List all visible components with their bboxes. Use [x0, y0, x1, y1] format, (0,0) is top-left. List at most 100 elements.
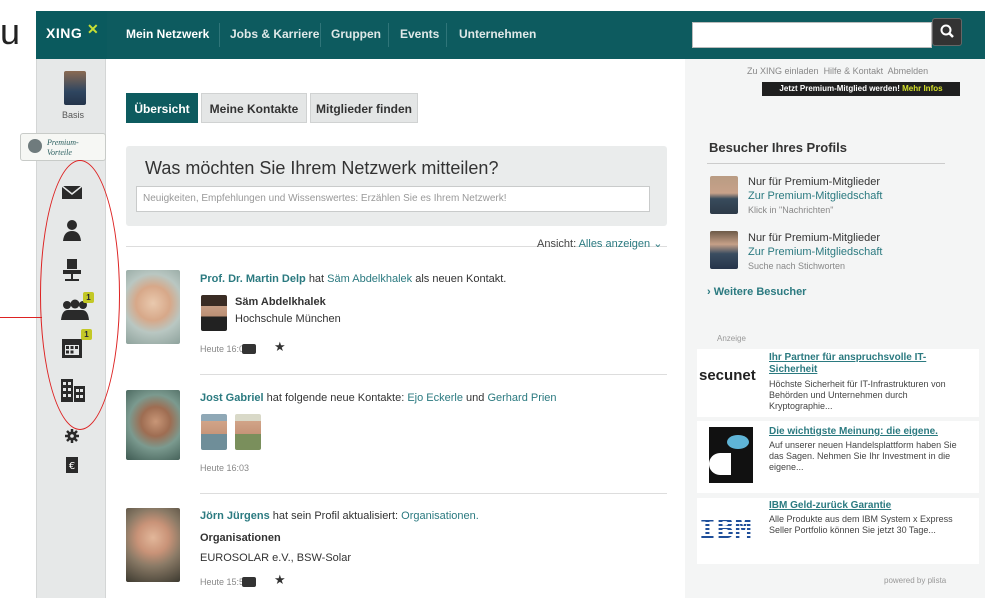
premium-link[interactable]: Zur Premium-Mitgliedschaft — [748, 245, 882, 259]
feed-item-3-headline: Jörn Jürgens hat sein Profil aktualisier… — [200, 510, 479, 522]
visitor-note: Nur für Premium-Mitglieder — [748, 232, 881, 244]
premium-label: Premium- Vorteile — [47, 138, 79, 158]
ad-text: Höchste Sicherheit für IT-Infrastrukture… — [769, 379, 946, 411]
ad-text: Auf unserer neuen Handelsplattform haben… — [769, 440, 957, 472]
divider — [200, 374, 667, 375]
search-input[interactable] — [692, 22, 932, 48]
feed-object-link[interactable]: Säm Abdelkhalek — [327, 273, 412, 285]
feed-tail: als neuen Kontakt. — [415, 273, 507, 285]
ad-title-link[interactable]: Die wichtigste Meinung: die eigene. — [769, 426, 969, 437]
ads-label: Anzeige — [717, 334, 746, 343]
visitor-1: Nur für Premium-Mitglieder Zur Premium-M… — [748, 175, 882, 217]
filter-label: Ansicht: — [537, 238, 577, 250]
billing-icon[interactable]: € — [60, 457, 84, 477]
tab-uebersicht[interactable]: Übersicht — [126, 93, 198, 123]
filter-value[interactable]: Alles anzeigen — [579, 238, 651, 250]
annotation-oval — [40, 160, 120, 430]
feed-actor-link[interactable]: Jörn Jürgens — [200, 510, 270, 522]
nav-gruppen[interactable]: Gruppen — [331, 27, 381, 41]
avatar[interactable] — [126, 390, 180, 460]
status-composer: Was möchten Sie Ihrem Netzwerk mitteilen… — [126, 146, 667, 226]
tab-mitglieder-finden[interactable]: Mitglieder finden — [310, 93, 418, 123]
premium-benefits-link[interactable]: Premium- Vorteile — [20, 133, 106, 161]
secunet-logo: secunet — [699, 367, 756, 384]
overlay-letter: u — [0, 11, 21, 52]
ad-secunet[interactable]: secunet Ihr Partner für anspruchsvolle I… — [697, 349, 979, 417]
premium-link[interactable]: Zur Premium-Mitgliedschaft — [748, 189, 882, 203]
logout-link[interactable]: Abmelden — [888, 66, 929, 76]
premium-cta-button[interactable]: Jetzt Premium-Mitglied werden! Mehr Info… — [762, 82, 960, 96]
avatar[interactable] — [126, 270, 180, 344]
ad-text: Alle Produkte aus dem IBM System x Expre… — [769, 514, 953, 535]
avatar[interactable] — [126, 508, 180, 582]
search-icon — [940, 24, 954, 38]
feed-object-link[interactable]: Gerhard Prien — [487, 392, 556, 404]
profile-avatar[interactable] — [64, 71, 86, 105]
chevron-right-icon: › — [707, 286, 711, 298]
feed-conjunction: und — [466, 392, 485, 404]
premium-more-link[interactable]: Mehr Infos — [902, 84, 942, 93]
premium-line2: Vorteile — [47, 148, 72, 157]
nav-divider — [219, 23, 220, 47]
secunet-logo-text: secunet — [699, 367, 756, 384]
logo-text: XING — [46, 25, 83, 41]
contact-name-link[interactable]: Säm Abdelkhalek — [235, 296, 326, 308]
more-visitors-link[interactable]: › Weitere Besucher — [707, 286, 806, 298]
visitor-hint: Suche nach Stichworten — [748, 261, 846, 271]
membership-label: Basis — [62, 110, 85, 120]
feed-object-link[interactable]: Ejo Eckerle — [407, 392, 463, 404]
premium-cta-text: Jetzt Premium-Mitglied werden! — [779, 84, 900, 93]
help-link[interactable]: Hilfe & Kontakt — [824, 66, 884, 76]
composer-question: Was möchten Sie Ihrem Netzwerk mitteilen… — [145, 158, 499, 178]
svg-text:€: € — [69, 461, 75, 472]
feed-time: Heute 16:03 — [200, 463, 250, 473]
feed-actor-link[interactable]: Jost Gabriel — [200, 392, 264, 404]
ad-title-link[interactable]: IBM Geld-zurück Garantie — [769, 500, 969, 511]
ad-image-shape — [709, 453, 731, 475]
more-visitors-label: Weitere Besucher — [713, 286, 807, 298]
comment-icon[interactable] — [242, 577, 256, 587]
nav-mein-netzwerk[interactable]: Mein Netzwerk — [126, 27, 209, 41]
feed-verb: hat — [308, 273, 325, 285]
avatar[interactable] — [201, 414, 227, 450]
divider — [707, 163, 945, 164]
tab-meine-kontakte[interactable]: Meine Kontakte — [201, 93, 307, 123]
profile-detail: EUROSOLAR e.V., BSW-Solar — [200, 552, 351, 564]
ad-ibm[interactable]: IBM IBM Geld-zurück Garantie Alle Produk… — [697, 498, 979, 564]
contact-org: Hochschule München — [235, 313, 341, 325]
visitor-note: Nur für Premium-Mitglieder — [748, 176, 881, 188]
visitors-title: Besucher Ihres Profils — [709, 140, 847, 155]
globe-icon — [28, 139, 42, 153]
star-icon[interactable]: ★ — [274, 572, 286, 588]
feed-actor-link[interactable]: Prof. Dr. Martin Delp — [200, 273, 306, 285]
nav-divider — [388, 23, 389, 47]
logo-mark: ✕ — [87, 21, 99, 37]
xing-logo[interactable]: XING ✕ — [36, 11, 107, 59]
status-input[interactable]: Neuigkeiten, Empfehlungen und Wissenswer… — [136, 186, 650, 212]
visitor-hint: Klick in "Nachrichten" — [748, 205, 834, 215]
nav-events[interactable]: Events — [400, 27, 439, 41]
avatar[interactable] — [235, 414, 261, 450]
nav-jobs[interactable]: Jobs & Karriere — [230, 27, 319, 41]
ad-title-link[interactable]: Ihr Partner für anspruchsvolle IT-Sicher… — [769, 352, 969, 376]
ibm-logo: IBM — [699, 512, 753, 545]
avatar[interactable] — [201, 295, 227, 331]
feed-item-2-headline: Jost Gabriel hat folgende neue Kontakte:… — [200, 392, 557, 404]
ad-image — [709, 427, 753, 483]
view-filter[interactable]: Ansicht: Alles anzeigen ⌄ — [537, 237, 662, 250]
search-button[interactable] — [932, 18, 962, 46]
comment-icon[interactable] — [242, 344, 256, 354]
feed-item-1-headline: Prof. Dr. Martin Delp hat Säm Abdelkhale… — [200, 273, 506, 285]
utility-links: Zu XING einladen Hilfe & Kontakt Abmelde… — [747, 66, 928, 76]
ad-handelsplattform[interactable]: Die wichtigste Meinung: die eigene. Auf … — [697, 421, 979, 493]
visitor-2: Nur für Premium-Mitglieder Zur Premium-M… — [748, 231, 882, 273]
nav-unternehmen[interactable]: Unternehmen — [459, 27, 536, 41]
profile-section: Organisationen — [200, 532, 281, 544]
feed-object-link[interactable]: Organisationen. — [401, 510, 479, 522]
feed-verb: hat folgende neue Kontakte: — [266, 392, 405, 404]
star-icon[interactable]: ★ — [274, 339, 286, 355]
invite-link[interactable]: Zu XING einladen — [747, 66, 819, 76]
feed-verb: hat sein Profil aktualisiert: — [272, 510, 399, 522]
powered-by: powered by plista — [884, 576, 947, 585]
settings-icon[interactable] — [60, 428, 84, 448]
